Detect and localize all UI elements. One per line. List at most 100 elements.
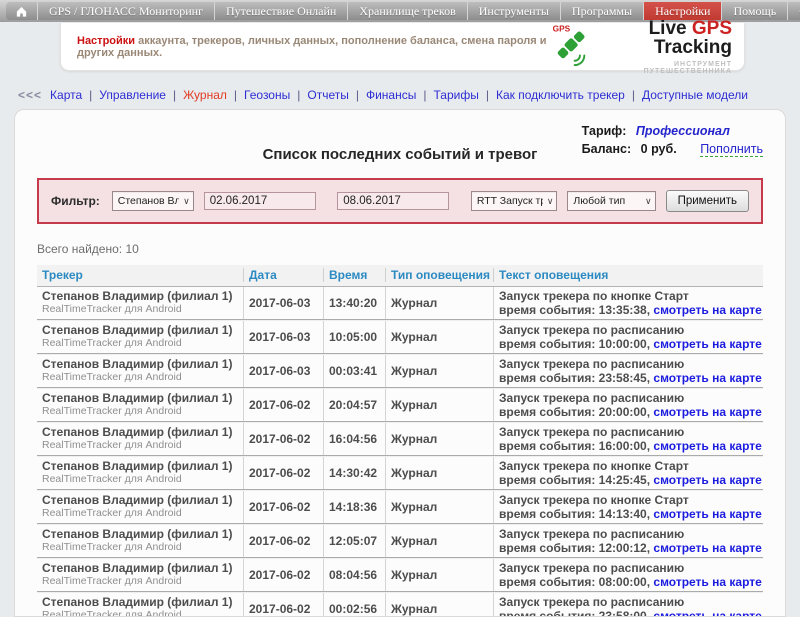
event-type: Журнал <box>385 287 493 319</box>
message-title: Запуск трекера по расписанию <box>499 561 763 575</box>
date-from-input[interactable] <box>204 192 316 210</box>
event-date: 2017-06-02 <box>243 525 323 557</box>
message-event-time: время события: 23:58:45, <box>499 371 650 385</box>
subnav-item-journal[interactable]: Журнал <box>183 88 227 102</box>
apply-button[interactable]: Применить <box>666 190 749 212</box>
subnav-separator: | <box>173 88 176 102</box>
logo-gps-small: GPS <box>552 24 570 34</box>
message-event-time: время события: 23:58:00, <box>499 609 650 617</box>
subnav-item-tariffs[interactable]: Тарифы <box>433 88 478 102</box>
col-type[interactable]: Тип оповещения <box>385 268 493 282</box>
balance-label: Баланс: <box>582 142 632 156</box>
view-on-map-link[interactable]: смотреть на карте <box>653 337 761 351</box>
table-header: Трекер Дата Время Тип оповещения Текст о… <box>37 265 763 287</box>
home-icon <box>15 5 28 18</box>
back-link[interactable]: <<< <box>18 88 42 102</box>
tracker-name: Степанов Владимир (филиал 1) <box>42 528 243 541</box>
balance-value: 0 руб. <box>641 142 677 156</box>
view-on-map-link[interactable]: смотреть на карте <box>653 303 761 317</box>
nav-item-help[interactable]: Помощь <box>722 2 788 20</box>
tracker-device: RealTimeTracker для Android <box>42 473 243 486</box>
table-row: Степанов Владимир (филиал 1) RealTimeTra… <box>37 354 763 388</box>
view-on-map-link[interactable]: смотреть на карте <box>653 473 761 487</box>
subnav-item-manage[interactable]: Управление <box>99 88 166 102</box>
tracker-name: Степанов Владимир (филиал 1) <box>42 494 243 507</box>
view-on-map-link[interactable]: смотреть на карте <box>653 507 761 521</box>
page-header: Настройки аккаунта, трекеров, личных дан… <box>60 23 745 71</box>
topup-link[interactable]: Пополнить <box>700 142 763 157</box>
message-cell: Запуск трекера по расписанию время событ… <box>493 525 763 557</box>
tracker-name: Степанов Владимир (филиал 1) <box>42 426 243 439</box>
tracker-device: RealTimeTracker для Android <box>42 405 243 418</box>
home-button[interactable] <box>6 2 38 20</box>
col-text[interactable]: Текст оповещения <box>493 268 763 282</box>
event-date: 2017-06-03 <box>243 355 323 387</box>
tracker-device: RealTimeTracker для Android <box>42 439 243 452</box>
tracker-device: RealTimeTracker для Android <box>42 337 243 350</box>
tracker-cell: Степанов Владимир (филиал 1) RealTimeTra… <box>37 423 243 455</box>
event-select[interactable]: RTT Запуск трекера∨ <box>471 191 558 211</box>
subnav-separator: | <box>486 88 489 102</box>
site-logo[interactable]: GPS Live GPS Tracking ИНСТРУМЕНТ ПУТЕШЕС… <box>550 19 732 75</box>
subnav-item-map[interactable]: Карта <box>50 88 82 102</box>
table-row: Степанов Владимир (филиал 1) RealTimeTra… <box>37 456 763 490</box>
event-time: 12:05:07 <box>323 525 385 557</box>
message-event-time: время события: 14:13:40, <box>499 507 650 521</box>
tracker-name: Степанов Владимир (филиал 1) <box>42 358 243 371</box>
nav-item-forum[interactable]: Форум <box>788 2 800 20</box>
col-time[interactable]: Время <box>323 268 385 282</box>
subnav-item-reports[interactable]: Отчеты <box>307 88 348 102</box>
nav-item-programs[interactable]: Программы <box>561 2 644 20</box>
results-count: Всего найдено: 10 <box>37 242 763 256</box>
table-row: Степанов Владимир (филиал 1) RealTimeTra… <box>37 524 763 558</box>
view-on-map-link[interactable]: смотреть на карте <box>653 439 761 453</box>
message-title: Запуск трекера по кнопке Старт <box>499 459 763 473</box>
event-time: 10:05:00 <box>323 321 385 353</box>
event-time: 20:04:57 <box>323 389 385 421</box>
message-title: Запуск трекера по кнопке Старт <box>499 493 763 507</box>
tracker-cell: Степанов Владимир (филиал 1) RealTimeTra… <box>37 389 243 421</box>
tracker-cell: Степанов Владимир (филиал 1) RealTimeTra… <box>37 321 243 353</box>
message-cell: Запуск трекера по расписанию время событ… <box>493 321 763 353</box>
filter-bar: Фильтр: Степанов Владимир (ф∨ RTT Запуск… <box>37 178 763 224</box>
event-date: 2017-06-02 <box>243 559 323 591</box>
message-event-time: время события: 20:00:00, <box>499 405 650 419</box>
col-tracker[interactable]: Трекер <box>37 268 243 282</box>
view-on-map-link[interactable]: смотреть на карте <box>653 405 761 419</box>
subnav-separator: | <box>423 88 426 102</box>
nav-item-track-storage[interactable]: Хранилище треков <box>348 2 467 20</box>
tracker-device: RealTimeTracker для Android <box>42 507 243 520</box>
message-event-time: время события: 16:00:00, <box>499 439 650 453</box>
chevron-down-icon: ∨ <box>645 196 652 207</box>
tracker-device: RealTimeTracker для Android <box>42 609 243 617</box>
event-type: Журнал <box>385 321 493 353</box>
event-type: Журнал <box>385 593 493 617</box>
view-on-map-link[interactable]: смотреть на карте <box>653 541 761 555</box>
type-select[interactable]: Любой тип∨ <box>567 191 655 211</box>
chevron-down-icon: ∨ <box>547 196 554 207</box>
filter-label: Фильтр: <box>51 194 100 208</box>
event-time: 16:04:56 <box>323 423 385 455</box>
subnav-separator: | <box>234 88 237 102</box>
col-date[interactable]: Дата <box>243 268 323 282</box>
subnav-item-finance[interactable]: Финансы <box>366 88 416 102</box>
nav-item-monitoring[interactable]: GPS / ГЛОНАСС Мониторинг <box>38 2 215 20</box>
date-to-input[interactable] <box>337 192 449 210</box>
view-on-map-link[interactable]: смотреть на карте <box>653 575 761 589</box>
tracker-select[interactable]: Степанов Владимир (ф∨ <box>112 191 194 211</box>
event-type: Журнал <box>385 457 493 489</box>
message-event-time: время события: 10:00:00, <box>499 337 650 351</box>
nav-item-tools[interactable]: Инструменты <box>468 2 561 20</box>
subnav-separator: | <box>356 88 359 102</box>
view-on-map-link[interactable]: смотреть на карте <box>653 609 761 617</box>
view-on-map-link[interactable]: смотреть на карте <box>653 371 761 385</box>
nav-item-travel-online[interactable]: Путешествие Онлайн <box>215 2 348 20</box>
logo-tagline: ИНСТРУМЕНТ ПУТЕШЕСТВЕННИКА <box>598 61 732 75</box>
table-row: Степанов Владимир (филиал 1) RealTimeTra… <box>37 320 763 354</box>
event-time: 00:02:56 <box>323 593 385 617</box>
tariff-value[interactable]: Профессионал <box>636 124 730 138</box>
subnav-item-models[interactable]: Доступные модели <box>642 88 748 102</box>
message-cell: Запуск трекера по кнопке Старт время соб… <box>493 287 763 319</box>
subnav-item-geozones[interactable]: Геозоны <box>244 88 290 102</box>
subnav-item-connect-tracker[interactable]: Как подключить трекер <box>496 88 625 102</box>
